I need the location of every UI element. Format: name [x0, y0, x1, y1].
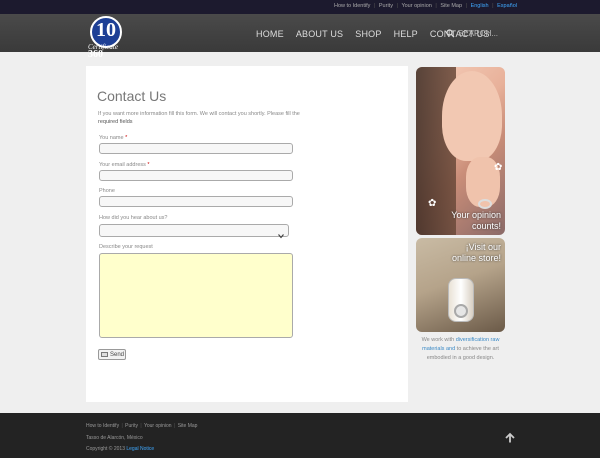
logo-number: 10: [96, 19, 116, 41]
contact-form-panel: Contact Us If you want more information …: [86, 66, 408, 402]
chevron-down-icon: [277, 227, 285, 239]
name-field[interactable]: [99, 143, 293, 154]
search-icon[interactable]: [446, 28, 455, 38]
footer-links: How to Identify | Purity | Your opinion …: [86, 423, 198, 429]
footer-address: Tasso de Alarcón, México: [86, 435, 143, 441]
utility-link-identify[interactable]: How to Identify: [334, 3, 370, 9]
footer-link-purity[interactable]: Purity: [125, 423, 138, 429]
send-button[interactable]: Send: [98, 349, 126, 360]
utility-bar: How to Identify | Purity | Your opinion …: [0, 0, 600, 14]
footer-link-identify[interactable]: How to Identify: [86, 423, 119, 429]
site-footer: How to Identify | Purity | Your opinion …: [0, 413, 600, 458]
footer-copyright: Copyright © 2013 Legal Notice: [86, 446, 155, 452]
hear-about-label: How did you hear about us?: [99, 215, 168, 221]
nav-about-us[interactable]: ABOUT US: [290, 29, 349, 39]
back-to-top-icon[interactable]: [504, 431, 516, 443]
phone-field[interactable]: [99, 196, 293, 207]
side-description: We work with diversification raw materia…: [421, 337, 500, 361]
legal-notice-link[interactable]: Legal Notice: [126, 446, 154, 452]
nav-shop[interactable]: SHOP: [349, 29, 387, 39]
utility-link-sitemap[interactable]: Site Map: [440, 3, 462, 9]
page-title: Contact Us: [97, 88, 167, 104]
site-header: 10 Certificate 360 HOME ABOUT US SHOP HE…: [0, 14, 600, 60]
flower-icon: ✿: [494, 162, 503, 173]
name-label: You name *: [99, 135, 128, 141]
opinion-banner[interactable]: ✿ ✿ Your opinion counts!: [416, 67, 505, 235]
site-logo[interactable]: 10 Certificate 360: [86, 16, 136, 66]
ring-icon: [478, 199, 492, 209]
logo-sub: 360: [88, 49, 103, 60]
flower-icon: ✿: [428, 198, 437, 209]
opinion-banner-caption: Your opinion counts!: [451, 210, 501, 231]
store-banner[interactable]: ¡Visit our online store!: [416, 238, 505, 332]
request-textarea[interactable]: [99, 253, 293, 338]
nav-help[interactable]: HELP: [388, 29, 424, 39]
utility-links: How to Identify | Purity | Your opinion …: [334, 3, 517, 9]
email-label: Your email address *: [99, 162, 150, 168]
envelope-icon: [101, 352, 108, 357]
lang-spanish-link[interactable]: Español: [497, 3, 517, 9]
footer-link-sitemap[interactable]: Site Map: [178, 423, 198, 429]
required-fields-note: required fields: [98, 119, 133, 125]
send-label: Send: [110, 351, 125, 358]
hear-about-select[interactable]: [99, 224, 289, 239]
footer-link-opinion[interactable]: Your opinion: [144, 423, 172, 429]
utility-link-opinion[interactable]: Your opinion: [401, 3, 431, 9]
store-banner-caption: ¡Visit our online store!: [451, 242, 501, 263]
search-input[interactable]: [458, 28, 518, 38]
request-label: Describe your request: [99, 244, 153, 250]
email-field[interactable]: [99, 170, 293, 181]
search-box: [446, 28, 518, 38]
form-intro: If you want more information fill this f…: [98, 111, 300, 125]
utility-link-purity[interactable]: Purity: [379, 3, 393, 9]
lang-english-link[interactable]: English: [471, 3, 489, 9]
phone-label: Phone: [99, 188, 115, 194]
nav-home[interactable]: HOME: [250, 29, 290, 39]
